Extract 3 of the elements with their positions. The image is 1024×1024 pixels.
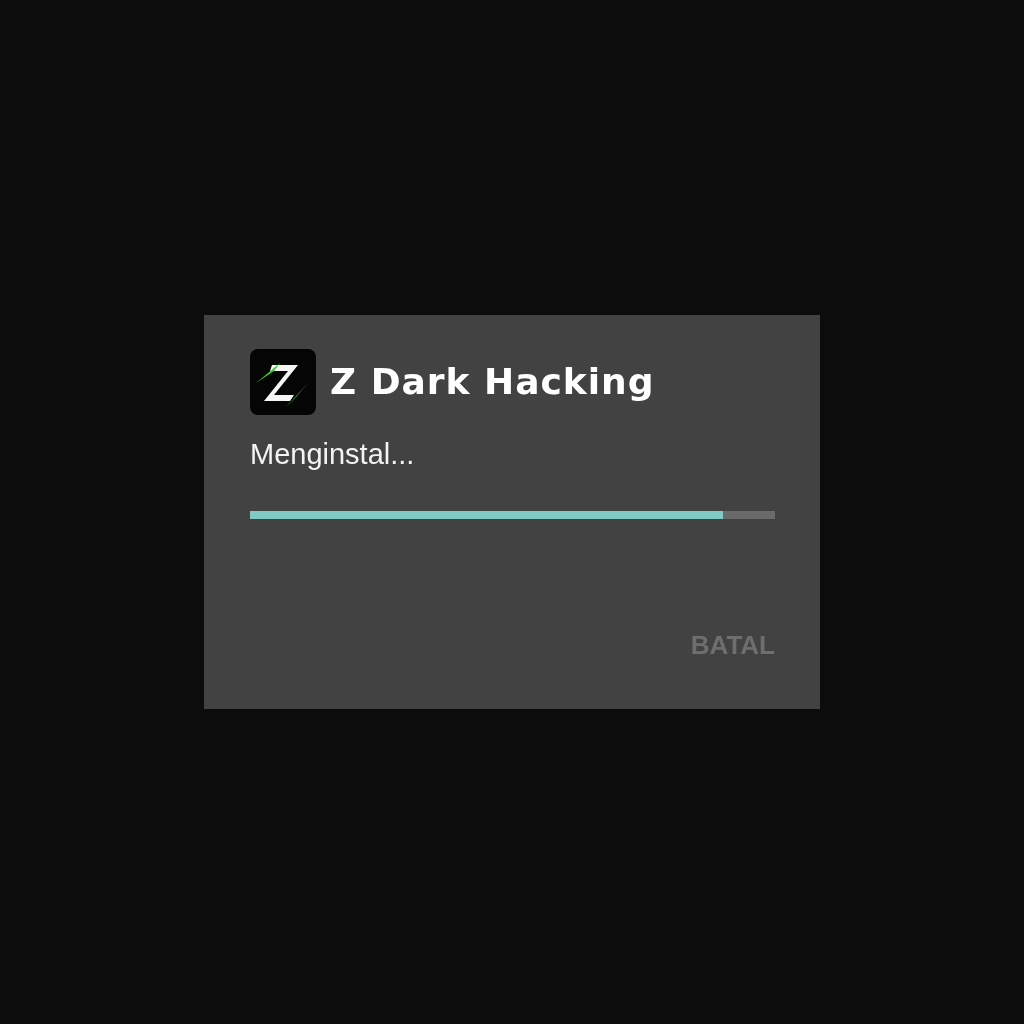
dialog-title: Z Dark Hacking [330, 360, 655, 404]
app-logo-icon [250, 349, 316, 415]
status-message: Menginstal... [250, 437, 415, 472]
